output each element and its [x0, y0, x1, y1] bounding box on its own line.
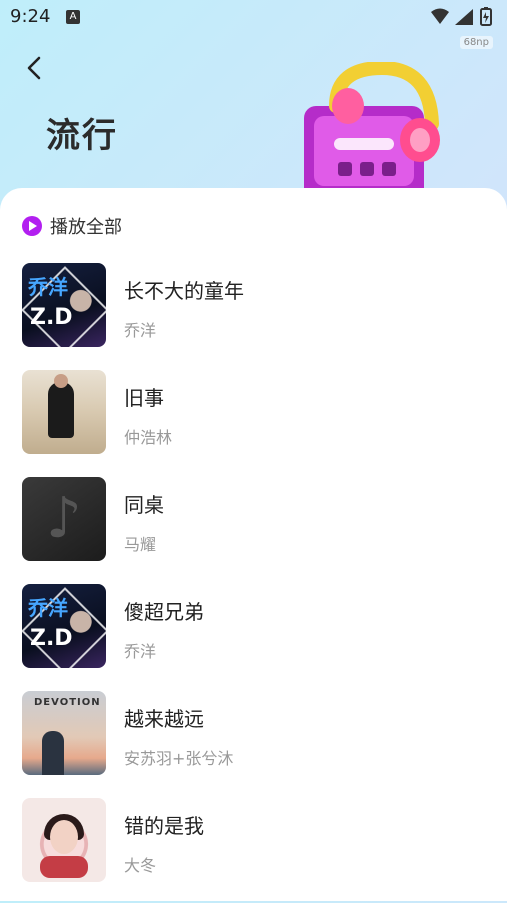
status-time: 9:24 — [10, 6, 51, 27]
notification-a-icon: A — [66, 10, 80, 24]
cover-figure — [48, 382, 74, 438]
cover-text: DEVOTION — [34, 697, 101, 708]
song-item[interactable]: ♪ 同桌 马耀 — [0, 475, 507, 582]
cover-figure — [42, 731, 64, 775]
headphones-illustration-icon — [304, 62, 440, 202]
song-item[interactable]: 乔洋 Z.D 傻超兄弟 乔洋 — [0, 582, 507, 689]
song-artist: 安苏羽+张兮沐 — [124, 749, 234, 768]
np-badge: 68np — [459, 36, 493, 49]
cover-text: 乔洋 — [28, 596, 68, 620]
song-artist: 大冬 — [124, 856, 157, 875]
song-title: 长不大的童年 — [124, 279, 244, 303]
song-title: 错的是我 — [124, 814, 204, 838]
status-bar: 9:24 A — [0, 0, 507, 34]
song-item[interactable]: 错的是我 大冬 — [0, 796, 507, 903]
song-item[interactable]: DEVOTION 越来越远 安苏羽+张兮沐 — [0, 689, 507, 796]
cover-figure-dress — [40, 856, 88, 878]
signal-icon — [455, 9, 473, 25]
play-circle-icon — [22, 216, 42, 236]
system-icons — [431, 7, 492, 26]
album-cover: 乔洋 Z.D — [22, 263, 106, 347]
page-title: 流行 — [46, 116, 118, 156]
wifi-icon — [431, 8, 449, 24]
song-artist: 乔洋 — [124, 321, 157, 340]
play-all-button[interactable]: 播放全部 — [22, 212, 122, 240]
album-cover — [22, 370, 106, 454]
cover-figure-face — [50, 820, 78, 854]
song-artist: 马耀 — [124, 535, 157, 554]
album-cover: DEVOTION — [22, 691, 106, 775]
album-cover: 乔洋 Z.D — [22, 584, 106, 668]
song-list: 乔洋 Z.D 长不大的童年 乔洋 旧事 仲浩林 ♪ 同桌 马耀 乔洋 Z.D 傻… — [0, 261, 507, 903]
song-title: 越来越远 — [124, 707, 204, 731]
album-cover: ♪ — [22, 477, 106, 561]
song-artist: 乔洋 — [124, 642, 157, 661]
cover-text: 乔洋 — [28, 275, 68, 299]
back-arrow-icon[interactable] — [22, 54, 46, 82]
song-title: 同桌 — [124, 493, 164, 517]
music-note-icon: ♪ — [46, 486, 82, 551]
song-title: 旧事 — [124, 386, 164, 410]
cover-text: Z.D — [30, 305, 73, 330]
album-cover — [22, 798, 106, 882]
song-list-card: 播放全部 乔洋 Z.D 长不大的童年 乔洋 旧事 仲浩林 ♪ 同桌 马耀 乔洋 … — [0, 188, 507, 901]
song-item[interactable]: 旧事 仲浩林 — [0, 368, 507, 475]
cover-figure-head — [54, 374, 68, 388]
song-item[interactable]: 乔洋 Z.D 长不大的童年 乔洋 — [0, 261, 507, 368]
song-artist: 仲浩林 — [124, 428, 173, 447]
play-all-label: 播放全部 — [50, 217, 122, 238]
song-title: 傻超兄弟 — [124, 600, 204, 624]
cover-text: Z.D — [30, 626, 73, 651]
